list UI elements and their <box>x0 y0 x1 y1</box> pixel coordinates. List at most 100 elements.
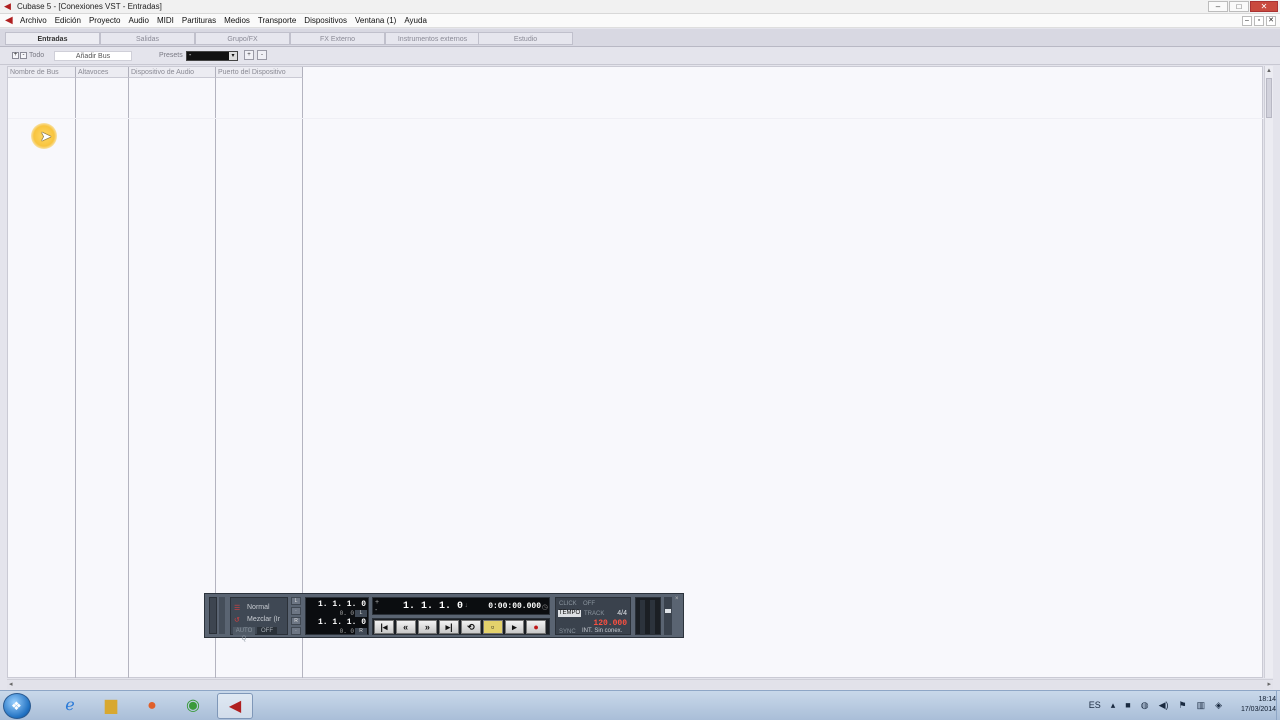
mdi-close-button[interactable]: ✕ <box>1266 16 1276 26</box>
column-header-bus-name[interactable]: Nombre de Bus <box>8 67 76 78</box>
mdi-minimize-button[interactable]: – <box>1242 16 1252 26</box>
play-button[interactable]: ▸ <box>504 620 525 634</box>
cycle-button[interactable]: ⟲ <box>461 620 481 634</box>
record-mode-section: ☰ Normal ↺ Mezclar (Ir AUTO Q OFF <box>230 597 288 642</box>
document-logo-icon[interactable]: ◀ <box>5 15 13 26</box>
network-signal-icon[interactable]: ▥ <box>1197 700 1206 711</box>
file-explorer-icon[interactable]: ▆ <box>93 693 129 719</box>
expand-all-button[interactable]: + <box>12 52 19 59</box>
left-locator-button[interactable]: L <box>291 597 301 605</box>
horizontal-scrollbar[interactable]: ◂ ▸ <box>7 679 1273 689</box>
column-header-speakers[interactable]: Altavoces <box>76 67 129 78</box>
minimize-button[interactable]: – <box>1208 1 1228 12</box>
stop-button[interactable]: ▫ <box>482 620 503 634</box>
delete-preset-button[interactable]: - <box>257 50 267 60</box>
app-tray-icon[interactable]: ■ <box>1125 700 1130 711</box>
maximize-button[interactable]: □ <box>1229 1 1249 12</box>
transport-grip[interactable] <box>209 597 217 634</box>
internet-explorer-icon[interactable]: ℯ <box>52 693 88 719</box>
menu-partituras[interactable]: Partituras <box>182 16 216 25</box>
save-preset-button[interactable]: + <box>244 50 254 60</box>
network-icon[interactable]: ◍ <box>1141 700 1149 711</box>
scroll-up-icon[interactable]: ▲ <box>1266 68 1272 74</box>
auto-quantize-label[interactable]: AUTO Q <box>233 627 255 642</box>
collapse-all-button[interactable]: - <box>20 52 27 59</box>
cubase-taskbar-icon[interactable]: ◀ <box>217 693 253 719</box>
sync-label[interactable]: SYNC <box>559 629 576 635</box>
tempo-button[interactable]: TEMPO <box>558 610 581 617</box>
close-button[interactable]: ✕ <box>1250 1 1278 12</box>
presets-select[interactable]: - ▾ <box>186 51 238 61</box>
menu-audio[interactable]: Audio <box>129 16 149 25</box>
bus-table[interactable]: Nombre de Bus Altavoces Dispositivo de A… <box>7 66 1264 678</box>
menu-ventana[interactable]: Ventana (1) <box>355 16 396 25</box>
add-bus-button[interactable]: Añadir Bus <box>54 51 132 61</box>
volume-icon[interactable]: ◀) <box>1159 700 1169 711</box>
column-header-device-port[interactable]: Puerto del Dispositivo <box>216 67 303 78</box>
window-title: Cubase 5 - [Conexiones VST - Entradas] <box>17 2 162 11</box>
cycle-record-mode[interactable]: Mezclar (Ir <box>247 616 280 623</box>
tempo-sync-section: CLICK OFF TEMPO TRACK 4/4 120.000 SYNC I… <box>555 597 631 635</box>
tab-salidas[interactable]: Salidas <box>100 32 195 45</box>
menu-transporte[interactable]: Transporte <box>258 16 296 25</box>
nudge-down-icon[interactable]: - <box>375 607 377 614</box>
right-locator-position[interactable]: 1. 1. 1. 0 <box>318 618 366 627</box>
chevron-down-icon: ▾ <box>229 52 237 60</box>
tab-grupo-fx[interactable]: Grupo/FX <box>195 32 290 45</box>
taskbar: ❖ ℯ ▆ ● ◉ ◀ ES ▴ ■ ◍ ◀) ⚑ ▥ ◈ 18:14 17/0… <box>0 690 1280 720</box>
secondary-time-position[interactable]: 0:00:00.000 <box>488 602 541 611</box>
tab-entradas[interactable]: Entradas <box>5 32 100 45</box>
action-center-icon[interactable]: ⚑ <box>1178 700 1186 711</box>
fast-forward-button[interactable]: » <box>417 620 438 634</box>
click-label[interactable]: CLICK <box>559 601 577 607</box>
tab-instrumentos-externos[interactable]: Instrumentos externos <box>385 32 480 45</box>
fader-knob[interactable] <box>665 609 671 613</box>
scroll-right-icon[interactable]: ▸ <box>1267 680 1271 688</box>
menu-medios[interactable]: Medios <box>224 16 250 25</box>
scroll-left-icon[interactable]: ◂ <box>9 680 13 688</box>
show-hidden-icons-icon[interactable]: ▴ <box>1111 700 1116 711</box>
tab-estudio[interactable]: Estudio <box>478 32 573 45</box>
vertical-scrollbar[interactable]: ▲ <box>1264 66 1273 678</box>
primary-time-position[interactable]: 1. 1. 1. 0 <box>403 601 463 612</box>
mouse-pointer-icon: ➤ <box>40 128 52 144</box>
show-desktop-button[interactable] <box>1276 691 1280 720</box>
rewind-button[interactable]: « <box>395 620 416 634</box>
transport-close-icon[interactable]: × <box>675 596 679 602</box>
locator-buttons: L · R · <box>291 597 303 635</box>
column-header-audio-device[interactable]: Dispositivo de Audio <box>129 67 216 78</box>
cubase-logo-icon: ◀ <box>4 1 11 11</box>
mdi-restore-button[interactable]: ▫ <box>1254 16 1264 26</box>
record-mode-normal[interactable]: Normal <box>247 604 270 611</box>
column-divider <box>215 78 216 678</box>
start-button[interactable]: ❖ <box>3 693 31 719</box>
left-locator-position[interactable]: 1. 1. 1. 0 <box>318 600 366 609</box>
nudge-up-icon[interactable]: + <box>375 599 379 606</box>
scrollbar-thumb[interactable] <box>1266 78 1272 118</box>
go-to-end-button[interactable]: ▸| <box>439 620 459 634</box>
right-locator-set-button[interactable]: · <box>291 627 301 635</box>
connections-toolbar: + - Todo Añadir Bus Presets - ▾ + - <box>0 48 1280 65</box>
tempo-value[interactable]: 120.000 <box>593 619 627 628</box>
record-button[interactable]: ● <box>526 620 546 634</box>
menu-edicion[interactable]: Edición <box>55 16 81 25</box>
right-locator-button[interactable]: R <box>291 617 301 625</box>
output-fader[interactable] <box>664 597 672 635</box>
chrome-icon[interactable]: ◉ <box>175 693 211 719</box>
firefox-icon[interactable]: ● <box>134 693 170 719</box>
go-to-start-button[interactable]: |◂ <box>374 620 394 634</box>
note-icon: ♩ <box>465 602 472 609</box>
transport-grip-bar <box>219 597 225 634</box>
menu-ayuda[interactable]: Ayuda <box>404 16 427 25</box>
language-indicator[interactable]: ES <box>1089 700 1101 711</box>
menu-dispositivos[interactable]: Dispositivos <box>304 16 347 25</box>
menu-midi[interactable]: MIDI <box>157 16 174 25</box>
tab-fx-externo[interactable]: FX Externo <box>290 32 385 45</box>
menu-archivo[interactable]: Archivo <box>20 16 47 25</box>
system-clock[interactable]: 18:14 17/03/2014 <box>1241 695 1276 715</box>
security-icon[interactable]: ◈ <box>1215 700 1222 711</box>
left-locator-set-button[interactable]: · <box>291 607 301 615</box>
time-signature[interactable]: 4/4 <box>617 610 627 617</box>
menu-proyecto[interactable]: Proyecto <box>89 16 121 25</box>
click-value: OFF <box>583 601 595 607</box>
